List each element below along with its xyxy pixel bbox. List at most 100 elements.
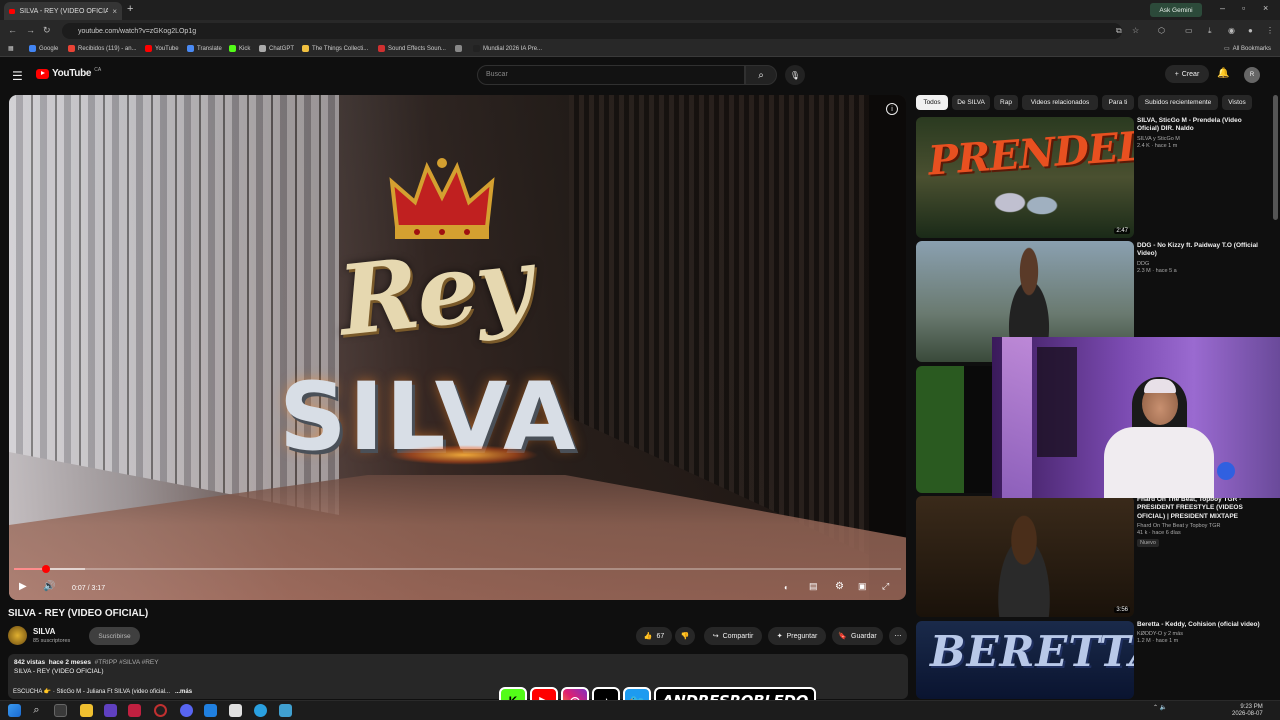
- notifications-bell-icon[interactable]: 🔔: [1217, 68, 1229, 79]
- video-thumbnail[interactable]: 3:56: [916, 496, 1134, 617]
- tab-active[interactable]: SILVA - REY (VIDEO OFICIAL) ×: [4, 2, 122, 20]
- play-icon[interactable]: ▶: [19, 581, 27, 592]
- app-icon[interactable]: [204, 704, 217, 717]
- duration-badge: 2:47: [1114, 228, 1130, 234]
- miniplayer-icon[interactable]: ▣: [858, 581, 867, 592]
- bookmarks-bar: ▦ Google Recibidos (119) - an... YouTube Tr…: [0, 42, 1280, 57]
- save-button[interactable]: 🔖 Guardar: [832, 627, 883, 645]
- bookmark-item[interactable]: Google: [29, 45, 58, 52]
- tray-icons[interactable]: ⌃ 🔈: [1153, 704, 1167, 711]
- progress-scrubber[interactable]: [41, 565, 50, 573]
- all-bookmarks[interactable]: ▭ All Bookmarks: [1224, 45, 1271, 53]
- bookmark-item[interactable]: Sound Effects Soun...: [378, 45, 446, 52]
- dislike-button[interactable]: 👎: [675, 627, 695, 645]
- chip[interactable]: Rap: [994, 95, 1018, 110]
- apps-icon[interactable]: ▦: [8, 45, 14, 52]
- subscribe-button[interactable]: Suscribirse: [89, 627, 140, 645]
- star-icon[interactable]: ☆: [1132, 26, 1139, 35]
- video-thumbnail[interactable]: BERETTA: [916, 621, 1134, 699]
- chip[interactable]: Para ti: [1102, 95, 1134, 110]
- bookmark-item[interactable]: Translate: [187, 45, 222, 52]
- windows-start-icon[interactable]: [8, 704, 21, 717]
- install-icon[interactable]: ⧉: [1116, 26, 1122, 36]
- chip[interactable]: Videos relacionados: [1022, 95, 1098, 110]
- bookmark-item[interactable]: Recibidos (119) - an...: [68, 45, 137, 52]
- share-button[interactable]: ↪ Compartir: [704, 627, 762, 645]
- voice-search-button[interactable]: 🎙: [785, 65, 805, 85]
- profile-icon[interactable]: ◉: [1228, 26, 1235, 35]
- telegram-icon[interactable]: [254, 704, 267, 717]
- video-player[interactable]: Rey SILVA i ▶ 🔊 0:07 / 3:17 ◐ ▤ ⚙ ▣ ⤢: [9, 95, 906, 600]
- minimize-icon[interactable]: –: [1220, 3, 1225, 13]
- chip[interactable]: Subidos recientemente: [1138, 95, 1218, 110]
- chrome-taskbar-icon[interactable]: [54, 704, 67, 717]
- new-tab-button[interactable]: +: [127, 3, 133, 15]
- channel-name[interactable]: SILVA: [33, 627, 55, 636]
- app-icon[interactable]: [279, 704, 292, 717]
- reload-icon[interactable]: ↻: [43, 25, 51, 36]
- linked-video[interactable]: SticGo M - Juliana Ft SILVA (video ofici…: [57, 689, 171, 695]
- video-meta[interactable]: DDG - No Kizzy ft. Paidway T.O (Official…: [1137, 242, 1265, 274]
- hashtags[interactable]: #TRIPP #SILVA #REY: [95, 659, 159, 666]
- system-clock[interactable]: 9:23 PM 2026-08-07: [1232, 704, 1263, 718]
- back-icon[interactable]: ←: [8, 25, 17, 35]
- progress-bar[interactable]: [14, 565, 901, 573]
- sidebar-scrollbar[interactable]: [1273, 95, 1278, 220]
- search-icon[interactable]: ⌕: [30, 704, 43, 717]
- ask-gemini-button[interactable]: Ask Gemini: [1150, 3, 1202, 17]
- menu-hamburger-icon[interactable]: ☰: [12, 69, 23, 83]
- close-tab-icon[interactable]: ×: [112, 7, 117, 16]
- like-button[interactable]: 👍 67: [636, 627, 672, 645]
- bookmark-item[interactable]: YouTube: [145, 45, 179, 52]
- app-icon[interactable]: [128, 704, 141, 717]
- bookmark-favicon-icon: [378, 45, 385, 52]
- more-actions-button[interactable]: ⋯: [889, 627, 907, 645]
- chip[interactable]: Vistos: [1222, 95, 1252, 110]
- menu-icon[interactable]: ⋮: [1266, 26, 1274, 35]
- bookmark-item[interactable]: The Things Collecti...: [302, 45, 368, 52]
- app-icon[interactable]: [229, 704, 242, 717]
- search-icon: ⌕: [758, 69, 764, 81]
- bookmark-item[interactable]: ChatGPT: [259, 45, 294, 52]
- channel-name: SILVA y SticGo M: [1137, 135, 1180, 142]
- avatar[interactable]: R: [1244, 67, 1260, 83]
- info-icon[interactable]: i: [886, 103, 898, 115]
- maximize-icon[interactable]: ▫: [1242, 3, 1245, 13]
- video-meta[interactable]: Fhard On The Beat, Topboy TGR - PRESIDEN…: [1137, 496, 1265, 548]
- app-icon[interactable]: [104, 704, 117, 717]
- search-input[interactable]: Buscar: [477, 65, 745, 85]
- create-button[interactable]: + Crear: [1165, 65, 1209, 83]
- chip[interactable]: De SILVA: [952, 95, 990, 110]
- download-icon[interactable]: ⤓: [1208, 26, 1212, 36]
- fullscreen-icon[interactable]: ⤢: [882, 581, 889, 592]
- forward-icon[interactable]: →: [26, 25, 35, 35]
- bookmark-item[interactable]: Kick: [229, 45, 250, 52]
- bookmark-item[interactable]: Mundial 2026 IA Pre...: [473, 45, 542, 52]
- search-button[interactable]: ⌕: [745, 65, 777, 85]
- extensions-icon[interactable]: ⬡: [1158, 26, 1165, 35]
- account-icon[interactable]: ●: [1248, 26, 1253, 35]
- video-title: DDG - No Kizzy ft. Paidway T.O (Official…: [1137, 242, 1258, 258]
- channel-avatar[interactable]: [8, 626, 27, 645]
- ask-button[interactable]: ✦ Preguntar: [768, 627, 826, 645]
- subtitles-icon[interactable]: ▤: [809, 581, 818, 592]
- video-thumbnail[interactable]: PRENDELA 2:47: [916, 117, 1134, 238]
- video-meta[interactable]: Beretta - Keddy, Cohision (oficial video…: [1137, 621, 1265, 644]
- bookmark-item[interactable]: [455, 45, 465, 52]
- url-field[interactable]: youtube.com/watch?v=zGKog2LOp1g: [62, 23, 1122, 39]
- sidebar-icon[interactable]: ▭: [1185, 26, 1193, 35]
- chip[interactable]: Todos: [916, 95, 948, 110]
- file-explorer-icon[interactable]: [80, 704, 93, 717]
- close-window-icon[interactable]: ×: [1263, 3, 1268, 13]
- bookmark-favicon-icon: [259, 45, 266, 52]
- show-more-link[interactable]: ...más: [175, 689, 192, 695]
- video-title: Fhard On The Beat, Topboy TGR - PRESIDEN…: [1137, 496, 1243, 520]
- video-meta[interactable]: SILVA, SticGo M - Prendela (Video Oficia…: [1137, 117, 1265, 149]
- volume-icon[interactable]: 🔊: [43, 581, 55, 592]
- discord-icon[interactable]: [180, 704, 193, 717]
- duration-badge: 3:56: [1114, 607, 1130, 613]
- settings-gear-icon[interactable]: ⚙: [835, 581, 844, 592]
- youtube-logo[interactable]: YouTube CA: [36, 67, 101, 79]
- obs-icon[interactable]: [154, 704, 167, 717]
- autoplay-toggle-icon[interactable]: ◐: [784, 583, 789, 592]
